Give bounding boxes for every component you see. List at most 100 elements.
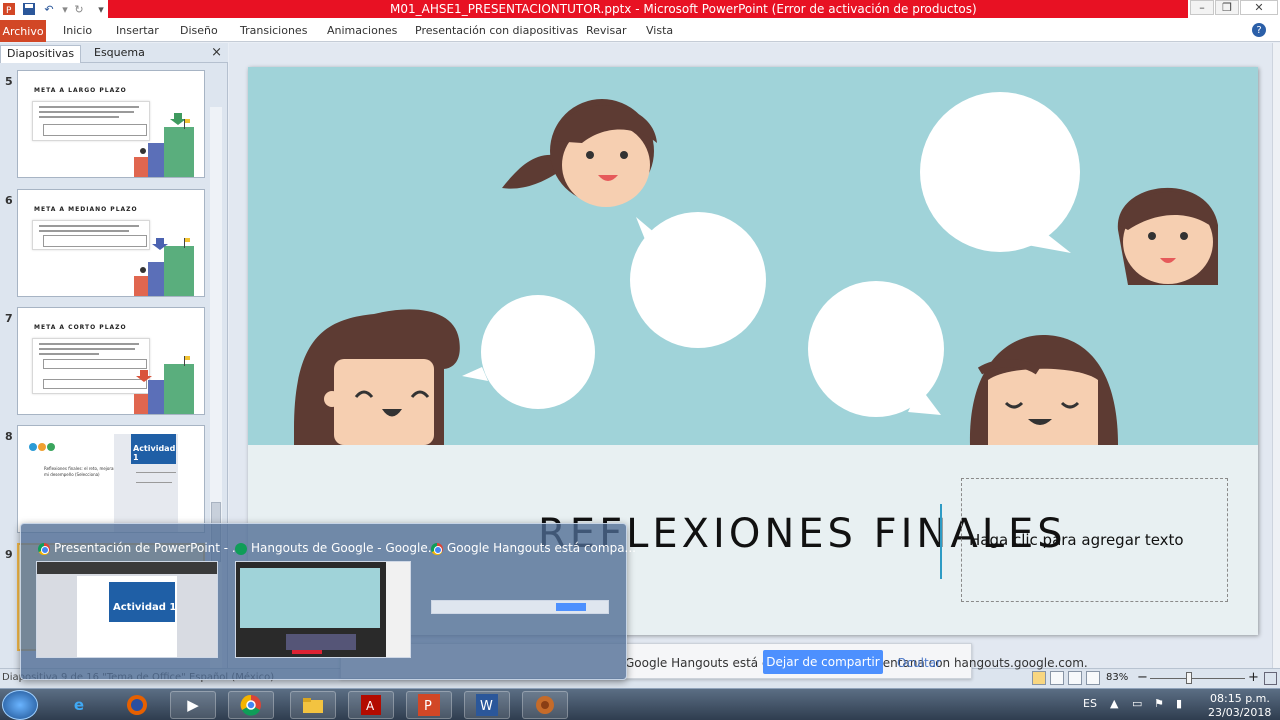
minimize-button[interactable]: – bbox=[1190, 0, 1214, 15]
pane-tabs: Diapositivas Esquema × bbox=[0, 43, 228, 63]
text-placeholder[interactable]: Haga clic para agregar texto bbox=[961, 478, 1228, 602]
taskbar-thumbnail-hangouts[interactable]: Hangouts de Google - Google... bbox=[235, 524, 439, 681]
reading-view-icon[interactable] bbox=[1068, 671, 1082, 685]
tab-insertar[interactable]: Insertar bbox=[116, 24, 159, 37]
boy-right-character-icon bbox=[969, 335, 1118, 445]
slide-thumbnail-5[interactable]: META A LARGO PLAZO bbox=[17, 70, 205, 178]
slide-number: 9 bbox=[5, 548, 13, 561]
slide-thumbnail-text: Reflexiones finales: el reto, mejorar mi… bbox=[44, 466, 116, 477]
help-icon[interactable]: ? bbox=[1252, 23, 1266, 37]
acrobat-reader-icon[interactable]: A bbox=[348, 691, 394, 719]
slide-sorter-icon[interactable] bbox=[1050, 671, 1064, 685]
taskbar-thumbnail-powerpoint[interactable]: Presentación de PowerPoint - ... Activid… bbox=[36, 524, 243, 681]
thumbnail-title: Google Hangouts está compa... bbox=[447, 541, 636, 555]
slide-thumbnail-heading: Actividad 1 bbox=[131, 434, 176, 464]
accent-divider bbox=[940, 504, 942, 579]
file-explorer-icon[interactable] bbox=[290, 691, 336, 719]
chrome-icon bbox=[38, 543, 50, 555]
powerpoint-taskbar-icon[interactable]: P bbox=[406, 691, 452, 719]
tab-transiciones[interactable]: Transiciones bbox=[240, 24, 307, 37]
girl-ponytail-character-icon bbox=[502, 99, 657, 207]
tab-diapositivas[interactable]: Diapositivas bbox=[0, 45, 82, 63]
language-indicator[interactable]: ES bbox=[1083, 697, 1097, 710]
title-bar: P ↶ ▾ ↻ ▾ M01_AHSE1_PRESENTACIONTUTOR.pp… bbox=[0, 0, 1280, 20]
signal-icon[interactable]: ▮ bbox=[1176, 697, 1182, 710]
slide-thumbnail-7[interactable]: META A CORTO PLAZO bbox=[17, 307, 205, 415]
logo-icon bbox=[28, 438, 58, 452]
media-player-icon[interactable]: ▶ bbox=[170, 691, 216, 719]
chrome-taskbar-icon[interactable] bbox=[228, 691, 274, 719]
tab-diseno[interactable]: Diseño bbox=[180, 24, 218, 37]
normal-view-icon[interactable] bbox=[1032, 671, 1046, 685]
zoom-out-icon[interactable]: − bbox=[1137, 670, 1148, 685]
tab-presentacion[interactable]: Presentación con diapositivas bbox=[415, 24, 578, 37]
customize-toolbar-icon[interactable]: ▾ bbox=[94, 2, 108, 16]
thumbnail-title: Hangouts de Google - Google... bbox=[251, 541, 440, 555]
taskbar-thumbnail-popup: Presentación de PowerPoint - ... Activid… bbox=[20, 523, 636, 681]
slideshow-icon[interactable] bbox=[1086, 671, 1100, 685]
internet-explorer-icon[interactable]: e bbox=[56, 691, 102, 719]
tab-inicio[interactable]: Inicio bbox=[63, 24, 92, 37]
word-taskbar-icon[interactable]: W bbox=[464, 691, 510, 719]
app-glove-icon[interactable] bbox=[522, 691, 568, 719]
zoom-slider-track[interactable] bbox=[1150, 678, 1245, 679]
slide-thumbnail-title: META A CORTO PLAZO bbox=[34, 324, 127, 331]
thumbnail-preview bbox=[235, 561, 411, 658]
slide-number: 8 bbox=[5, 430, 13, 443]
editor-scrollbar[interactable] bbox=[1272, 43, 1280, 668]
zoom-slider-handle[interactable] bbox=[1186, 672, 1192, 684]
tab-esquema[interactable]: Esquema bbox=[88, 45, 151, 63]
zoom-in-icon[interactable]: + bbox=[1248, 670, 1259, 685]
steps-illustration-icon bbox=[134, 113, 194, 177]
chrome-icon bbox=[431, 543, 443, 555]
steps-illustration-icon bbox=[134, 238, 194, 296]
svg-text:W: W bbox=[480, 699, 493, 714]
svg-text:P: P bbox=[6, 6, 12, 15]
slide-thumbnail-textbox bbox=[32, 101, 150, 141]
slide-number: 5 bbox=[5, 75, 13, 88]
slide-number: 7 bbox=[5, 312, 13, 325]
slide-thumbnail-title: META A LARGO PLAZO bbox=[34, 87, 127, 94]
show-hidden-icons-icon[interactable]: ▲ bbox=[1110, 697, 1118, 710]
boy-left-character-icon bbox=[294, 309, 460, 445]
action-center-icon[interactable]: ⚑ bbox=[1154, 697, 1164, 710]
thumbnail-preview bbox=[431, 600, 609, 614]
restore-button[interactable]: ❐ bbox=[1215, 0, 1239, 15]
placeholder-text: Haga clic para agregar texto bbox=[969, 531, 1184, 549]
taskbar-thumbnail-hangouts-sharing[interactable]: Google Hangouts está compa... bbox=[431, 524, 636, 681]
window-title: M01_AHSE1_PRESENTACIONTUTOR.pptx - Micro… bbox=[390, 2, 977, 16]
slide-thumbnail-textbox bbox=[32, 220, 150, 250]
windows-taskbar: e ▶ A P W ES ▲ ▭ ⚑ ▮ 08:15 p.m. 23/03/20… bbox=[0, 688, 1280, 720]
thumbnail-preview-heading: Actividad 1 bbox=[109, 582, 176, 622]
start-button[interactable] bbox=[2, 690, 38, 720]
undo-icon[interactable]: ↶ bbox=[42, 2, 56, 16]
hangouts-icon bbox=[235, 543, 247, 555]
close-pane-icon[interactable]: × bbox=[211, 45, 222, 60]
svg-text:A: A bbox=[366, 699, 375, 713]
slide-thumbnail-8[interactable]: Reflexiones finales: el reto, mejorar mi… bbox=[17, 425, 205, 533]
slide-thumbnail-6[interactable]: META A MEDIANO PLAZO bbox=[17, 189, 205, 297]
slide-thumbnail-title: META A MEDIANO PLAZO bbox=[34, 206, 138, 213]
svg-text:P: P bbox=[424, 699, 432, 714]
redo-icon[interactable]: ↻ bbox=[72, 2, 86, 16]
zoom-level[interactable]: 83% bbox=[1106, 672, 1128, 683]
ribbon-tab-bar: Archivo Inicio Insertar Diseño Transicio… bbox=[0, 20, 1280, 42]
firefox-icon[interactable] bbox=[114, 691, 160, 719]
close-window-button[interactable]: ✕ bbox=[1240, 0, 1278, 15]
stop-sharing-button[interactable]: Dejar de compartir bbox=[763, 650, 883, 674]
save-icon[interactable] bbox=[22, 2, 36, 16]
thumbnail-preview: Actividad 1 bbox=[36, 561, 218, 658]
tab-revisar[interactable]: Revisar bbox=[586, 24, 626, 37]
network-icon[interactable]: ▭ bbox=[1132, 697, 1142, 710]
tab-archivo[interactable]: Archivo bbox=[0, 20, 46, 42]
undo-dropdown-icon[interactable]: ▾ bbox=[58, 2, 72, 16]
hide-notification-button[interactable]: Ocultar bbox=[897, 656, 941, 670]
slide-number: 6 bbox=[5, 194, 13, 207]
clock-time[interactable]: 08:15 p.m. bbox=[1210, 692, 1270, 705]
clock-date[interactable]: 23/03/2018 bbox=[1208, 706, 1271, 719]
thumbnail-title: Presentación de PowerPoint - ... bbox=[54, 541, 244, 555]
fit-to-window-icon[interactable] bbox=[1264, 672, 1277, 685]
tab-vista[interactable]: Vista bbox=[646, 24, 673, 37]
girl-right-character-icon bbox=[1117, 187, 1218, 285]
tab-animaciones[interactable]: Animaciones bbox=[327, 24, 397, 37]
